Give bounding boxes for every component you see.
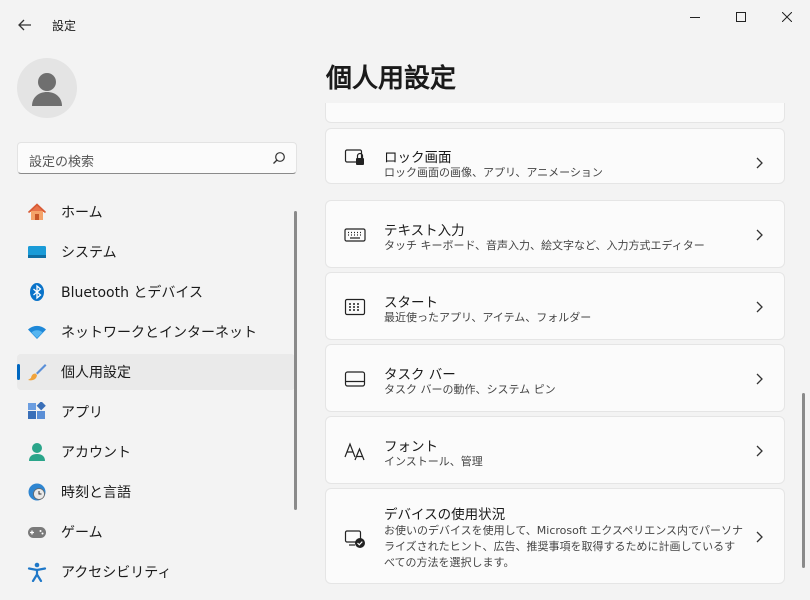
settings-card-text-input[interactable]: テキスト入力 タッチ キーボード、音声入力、絵文字など、入力方式エディター <box>325 200 785 268</box>
maximize-button[interactable] <box>718 0 764 34</box>
sidebar-item-personalization[interactable]: 個人用設定 <box>17 354 295 390</box>
card-title: テキスト入力 <box>384 223 465 239</box>
settings-card-fonts[interactable]: フォント インストール、管理 <box>325 416 785 484</box>
sidebar-item-label: システム <box>61 245 117 261</box>
sidebar-item-label: 個人用設定 <box>61 365 131 381</box>
sidebar-item-accounts[interactable]: アカウント <box>17 434 295 470</box>
settings-card-device-usage[interactable]: デバイスの使用状況 お使いのデバイスを使用して、Microsoft エクスペリエ… <box>325 488 785 584</box>
chevron-right-icon <box>756 445 763 457</box>
sidebar-item-label: Bluetooth とデバイス <box>61 285 203 301</box>
card-description: 最近使ったアプリ、アイテム、フォルダー <box>384 311 592 324</box>
sidebar-item-gaming[interactable]: ゲーム <box>17 514 295 550</box>
paintbrush-icon <box>27 362 47 382</box>
close-button[interactable] <box>764 0 810 34</box>
card-description: お使いのデバイスを使用して、Microsoft エクスペリエンス内でパーソナライ… <box>384 524 744 569</box>
time-language-icon <box>27 482 47 502</box>
card-title: フォント <box>384 439 438 455</box>
sidebar-item-label: ホーム <box>61 205 103 221</box>
chevron-right-icon <box>756 157 763 169</box>
device-usage-icon <box>344 528 366 550</box>
card-description: タッチ キーボード、音声入力、絵文字など、入力方式エディター <box>384 239 705 252</box>
sidebar-item-time-language[interactable]: 時刻と言語 <box>17 474 295 510</box>
wifi-icon <box>27 322 47 342</box>
search-input[interactable]: 設定の検索 <box>29 151 94 170</box>
sidebar-item-system[interactable]: システム <box>17 234 295 270</box>
accessibility-icon <box>27 562 47 582</box>
sidebar-nav: ホーム システム Bluetooth とデバイス ネットワークとインターネット <box>17 194 295 594</box>
minimize-icon <box>690 17 700 18</box>
system-icon <box>27 242 47 262</box>
gamepad-icon <box>27 522 47 542</box>
app-title: 設定 <box>52 19 77 33</box>
maximize-icon <box>736 12 746 22</box>
sidebar-scrollbar[interactable] <box>294 211 297 510</box>
close-icon <box>782 12 792 22</box>
start-icon <box>344 296 366 318</box>
fonts-icon <box>344 440 366 462</box>
home-icon <box>27 202 47 222</box>
user-icon <box>32 73 62 106</box>
taskbar-icon <box>344 368 366 390</box>
search-box[interactable]: 設定の検索 <box>17 142 297 174</box>
sidebar-item-network[interactable]: ネットワークとインターネット <box>17 314 295 350</box>
back-button[interactable] <box>12 12 38 38</box>
avatar[interactable] <box>17 58 77 118</box>
sidebar-item-label: ゲーム <box>61 525 103 541</box>
card-description: ロック画面の画像、アプリ、アニメーション <box>384 166 603 179</box>
settings-card-start[interactable]: スタート 最近使ったアプリ、アイテム、フォルダー <box>325 272 785 340</box>
chevron-right-icon <box>756 229 763 241</box>
keyboard-icon <box>344 224 366 246</box>
search-icon[interactable] <box>272 151 286 165</box>
card-description: タスク バーの動作、システム ピン <box>384 383 556 396</box>
card-title: ロック画面 <box>384 150 452 166</box>
card-title: デバイスの使用状況 <box>384 507 506 523</box>
card-title: スタート <box>384 295 438 311</box>
page-title: 個人用設定 <box>326 64 457 94</box>
account-icon <box>27 442 47 462</box>
sidebar-item-label: アクセシビリティ <box>61 565 172 581</box>
sidebar-item-apps[interactable]: アプリ <box>17 394 295 430</box>
sidebar-item-label: 時刻と言語 <box>61 485 131 501</box>
back-arrow-icon <box>18 19 31 31</box>
settings-card-taskbar[interactable]: タスク バー タスク バーの動作、システム ピン <box>325 344 785 412</box>
minimize-button[interactable] <box>672 0 718 34</box>
chevron-right-icon <box>756 373 763 385</box>
sidebar-item-home[interactable]: ホーム <box>17 194 295 230</box>
apps-icon <box>27 402 47 422</box>
sidebar-item-bluetooth[interactable]: Bluetooth とデバイス <box>17 274 295 310</box>
chevron-right-icon <box>756 301 763 313</box>
settings-card-partial[interactable] <box>325 103 785 123</box>
bluetooth-icon <box>27 282 47 302</box>
settings-card-lock-screen[interactable]: ロック画面 ロック画面の画像、アプリ、アニメーション <box>325 128 785 184</box>
sidebar-item-accessibility[interactable]: アクセシビリティ <box>17 554 295 590</box>
lock-screen-icon <box>344 146 366 168</box>
card-title: タスク バー <box>384 367 456 383</box>
title-bar: 設定 <box>0 0 810 48</box>
card-description: インストール、管理 <box>384 455 483 468</box>
chevron-right-icon <box>756 531 763 543</box>
sidebar-item-label: ネットワークとインターネット <box>61 325 257 341</box>
sidebar-item-label: アカウント <box>61 445 131 461</box>
content-scrollbar[interactable] <box>802 393 805 568</box>
sidebar-item-label: アプリ <box>61 405 103 421</box>
